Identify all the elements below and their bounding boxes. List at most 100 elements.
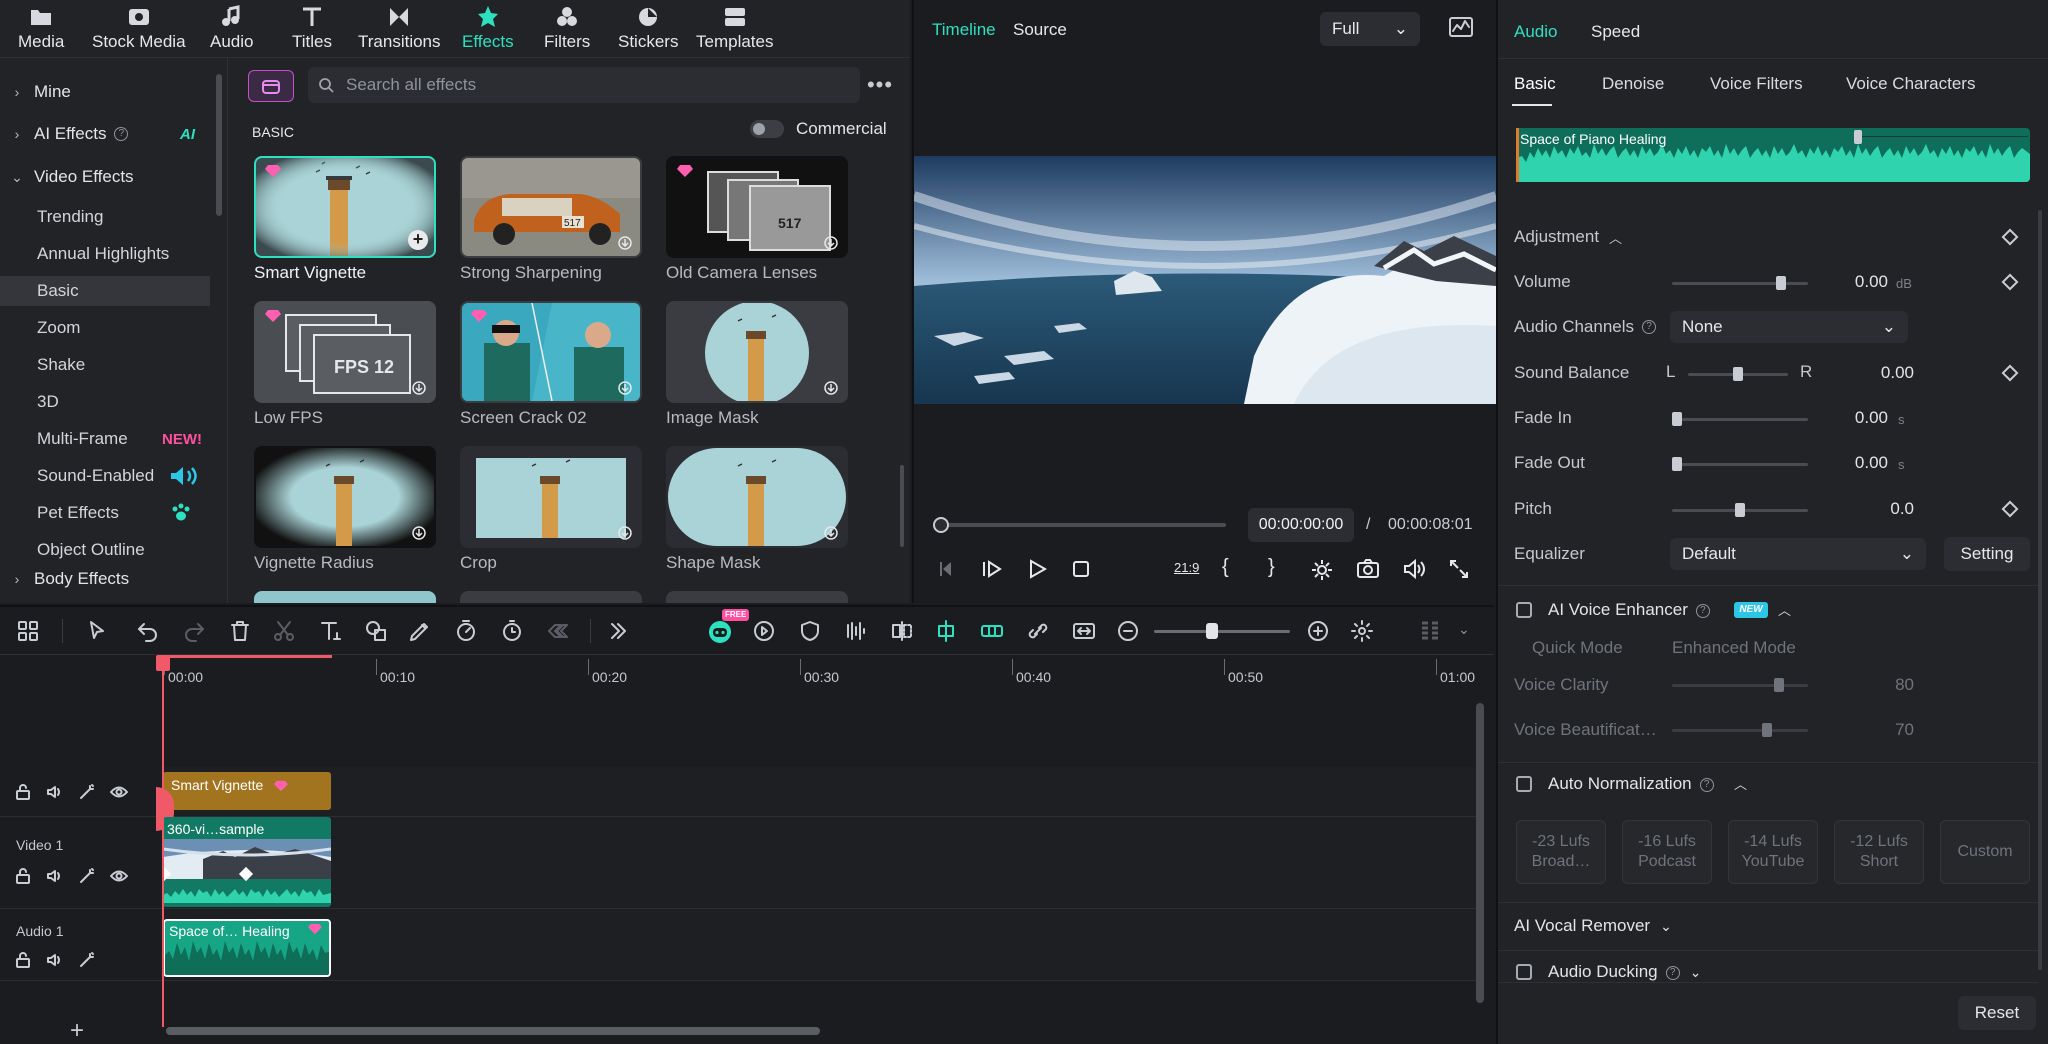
fade-in-value[interactable]: 0.00 [1818, 408, 1888, 428]
chevron-up-icon[interactable]: ︿ [1734, 774, 1747, 793]
category-3d[interactable]: 3D [0, 387, 210, 417]
category-annual-highlights[interactable]: Annual Highlights [0, 239, 210, 269]
effect-card-low-fps[interactable]: FPS 12 Low FPS [254, 301, 436, 428]
zoom-out-icon[interactable] [1116, 619, 1140, 643]
slider-knob[interactable] [1672, 457, 1682, 471]
help-icon[interactable]: ? [1699, 777, 1714, 792]
ai-assistant-robot-icon[interactable] [706, 617, 734, 645]
step-back-icon[interactable] [980, 558, 1004, 580]
adjustment-header[interactable]: Adjustment ︿ [1514, 222, 2034, 252]
fade-out-slider[interactable] [1672, 457, 1808, 471]
pen-draw-icon[interactable] [408, 619, 432, 643]
voice-clarity-slider[interactable] [1672, 678, 1808, 692]
mark-in-button[interactable]: { [1222, 556, 1229, 579]
subtab-voice-characters[interactable]: Voice Characters [1846, 74, 1975, 94]
sound-balance-slider[interactable] [1688, 367, 1788, 381]
tab-titles[interactable]: Titles [292, 4, 332, 52]
help-icon[interactable]: ? [114, 127, 129, 141]
category-trending[interactable]: Trending [0, 202, 210, 232]
volume-icon[interactable] [46, 951, 64, 969]
current-time[interactable]: 00:00:00:00 [1248, 508, 1354, 542]
redo-icon[interactable] [182, 619, 206, 643]
voice-clarity-value[interactable]: 80 [1844, 675, 1914, 695]
quality-dropdown[interactable]: Full ⌄ [1320, 12, 1420, 46]
effect-card-crop[interactable]: Crop [460, 446, 642, 573]
timer-icon[interactable] [500, 619, 524, 643]
video-track-lane[interactable] [160, 817, 1480, 909]
playhead-handle[interactable] [156, 655, 170, 671]
eye-icon[interactable] [110, 867, 128, 885]
category-mine[interactable]: › Mine [0, 77, 210, 107]
category-shake[interactable]: Shake [0, 350, 210, 380]
tab-transitions[interactable]: Transitions [358, 4, 441, 52]
toggle-switch[interactable] [750, 120, 784, 138]
audio-stretch-icon[interactable] [844, 619, 868, 643]
unlink-icon[interactable] [1026, 619, 1050, 643]
text-tool-icon[interactable] [318, 619, 342, 643]
effect-card-partial[interactable] [460, 591, 642, 603]
crop-shapes-icon[interactable] [364, 619, 388, 643]
slider-knob[interactable] [1735, 503, 1745, 517]
tab-stock-media[interactable]: Stock Media [92, 4, 186, 52]
tab-filters[interactable]: Filters [544, 4, 590, 52]
ai-vocal-remover-header[interactable]: AI Vocal Remover ⌄ [1514, 916, 1672, 936]
snap-magnet-icon[interactable] [934, 619, 958, 643]
chevron-up-icon[interactable]: ︿ [1778, 600, 1791, 619]
chevron-down-icon[interactable]: ⌄ [1458, 621, 1470, 638]
properties-scrollbar[interactable] [2038, 210, 2042, 970]
tab-stickers[interactable]: Stickers [618, 4, 678, 52]
zoom-slider[interactable] [1154, 630, 1290, 633]
tab-audio-properties[interactable]: Audio [1514, 22, 1557, 42]
download-icon[interactable] [412, 381, 426, 395]
add-effect-button[interactable]: + [408, 230, 428, 250]
volume-icon[interactable] [46, 867, 64, 885]
speed-ramp-icon[interactable] [454, 619, 478, 643]
effect-track-lane[interactable] [160, 767, 1480, 817]
effect-card-screen-crack-02[interactable]: Screen Crack 02 [460, 301, 642, 428]
effects-store-button[interactable] [248, 70, 294, 102]
fade-out-value[interactable]: 0.00 [1818, 453, 1888, 473]
undo-icon[interactable] [136, 619, 160, 643]
category-basic[interactable]: Basic [0, 276, 210, 306]
tab-timeline[interactable]: Timeline [932, 20, 996, 40]
normalization-preset-podcast[interactable]: -16 Lufs Podcast [1622, 820, 1712, 884]
normalization-preset-youtube[interactable]: -14 Lufs YouTube [1728, 820, 1818, 884]
time-ruler[interactable]: 00:00 00:10 00:20 00:30 00:40 00:50 01:0… [162, 659, 1475, 689]
category-ai-effects[interactable]: › AI Effects? AI [0, 119, 210, 149]
lock-icon[interactable] [14, 867, 32, 885]
equalizer-dropdown[interactable]: Default ⌄ [1670, 538, 1926, 570]
playhead[interactable] [162, 655, 164, 1027]
help-icon[interactable]: ? [1642, 320, 1657, 334]
shield-mark-icon[interactable] [798, 619, 822, 643]
volume-icon[interactable] [46, 783, 64, 801]
quick-mode-option[interactable]: Quick Mode [1532, 638, 1623, 658]
timeline-settings-gear-icon[interactable] [1350, 619, 1374, 643]
tab-media[interactable]: Media [18, 4, 64, 52]
subtab-denoise[interactable]: Denoise [1602, 74, 1664, 94]
commercial-toggle[interactable]: Commercial [750, 119, 887, 139]
normalization-preset-short[interactable]: -12 Lufs Short [1834, 820, 1924, 884]
normalization-preset-broadcast[interactable]: -23 Lufs Broad… [1516, 820, 1606, 884]
category-zoom[interactable]: Zoom [0, 313, 210, 343]
help-icon[interactable]: ? [1665, 965, 1680, 980]
eye-icon[interactable] [110, 783, 128, 801]
subtab-basic[interactable]: Basic [1514, 74, 1556, 94]
download-icon[interactable] [618, 526, 632, 540]
effect-card-partial[interactable] [254, 591, 436, 603]
ai-voice-enhancer-checkbox[interactable] [1516, 602, 1532, 618]
select-pointer-icon[interactable] [86, 619, 110, 643]
subtab-voice-filters[interactable]: Voice Filters [1710, 74, 1803, 94]
track-layout-icon[interactable] [1418, 619, 1442, 643]
reset-button[interactable]: Reset [1958, 996, 2036, 1030]
auto-reframe-icon[interactable] [752, 619, 776, 643]
audio-track-lane[interactable] [160, 909, 1480, 981]
equalizer-setting-button[interactable]: Setting [1944, 537, 2030, 571]
effect-card-smart-vignette[interactable]: + Smart Vignette [254, 156, 436, 283]
effect-card-shape-mask[interactable]: Shape Mask [666, 446, 848, 573]
tab-audio[interactable]: Audio [210, 4, 253, 52]
slider-knob[interactable] [1776, 276, 1786, 290]
slider-knob[interactable] [1762, 723, 1772, 737]
normalization-preset-custom[interactable]: Custom [1940, 820, 2030, 884]
download-icon[interactable] [412, 526, 426, 540]
playback-scrubber[interactable] [936, 523, 1226, 527]
